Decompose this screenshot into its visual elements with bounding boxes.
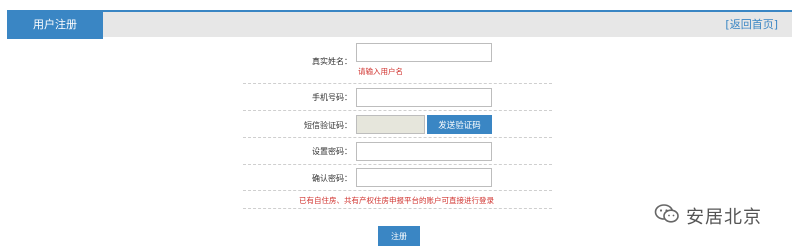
sms-code-label: 短信验证码：	[304, 121, 352, 130]
divider	[243, 208, 552, 209]
watermark-text: 安居北京	[686, 207, 762, 228]
divider	[243, 137, 552, 138]
phone-label: 手机号码：	[312, 93, 352, 102]
real-name-input[interactable]	[356, 43, 492, 62]
real-name-error: 请输入用户名	[358, 67, 403, 76]
password-input[interactable]	[356, 142, 492, 161]
send-code-button[interactable]: 发送验证码	[427, 115, 492, 134]
confirm-password-label: 确认密码：	[312, 174, 352, 183]
divider	[243, 190, 552, 191]
real-name-label: 真实姓名：	[312, 57, 352, 66]
phone-input[interactable]	[356, 88, 492, 107]
password-label: 设置密码：	[312, 147, 352, 156]
divider	[243, 83, 552, 84]
divider	[243, 164, 552, 165]
divider	[243, 110, 552, 111]
existing-account-notice: 已有自住房、共有产权住房申报平台的账户可直接进行登录	[299, 196, 494, 205]
watermark: 安居北京	[654, 203, 762, 229]
wechat-icon	[654, 203, 680, 229]
confirm-password-input[interactable]	[356, 168, 492, 187]
sms-code-input[interactable]	[356, 115, 425, 134]
register-submit-button[interactable]: 注册	[378, 226, 420, 246]
